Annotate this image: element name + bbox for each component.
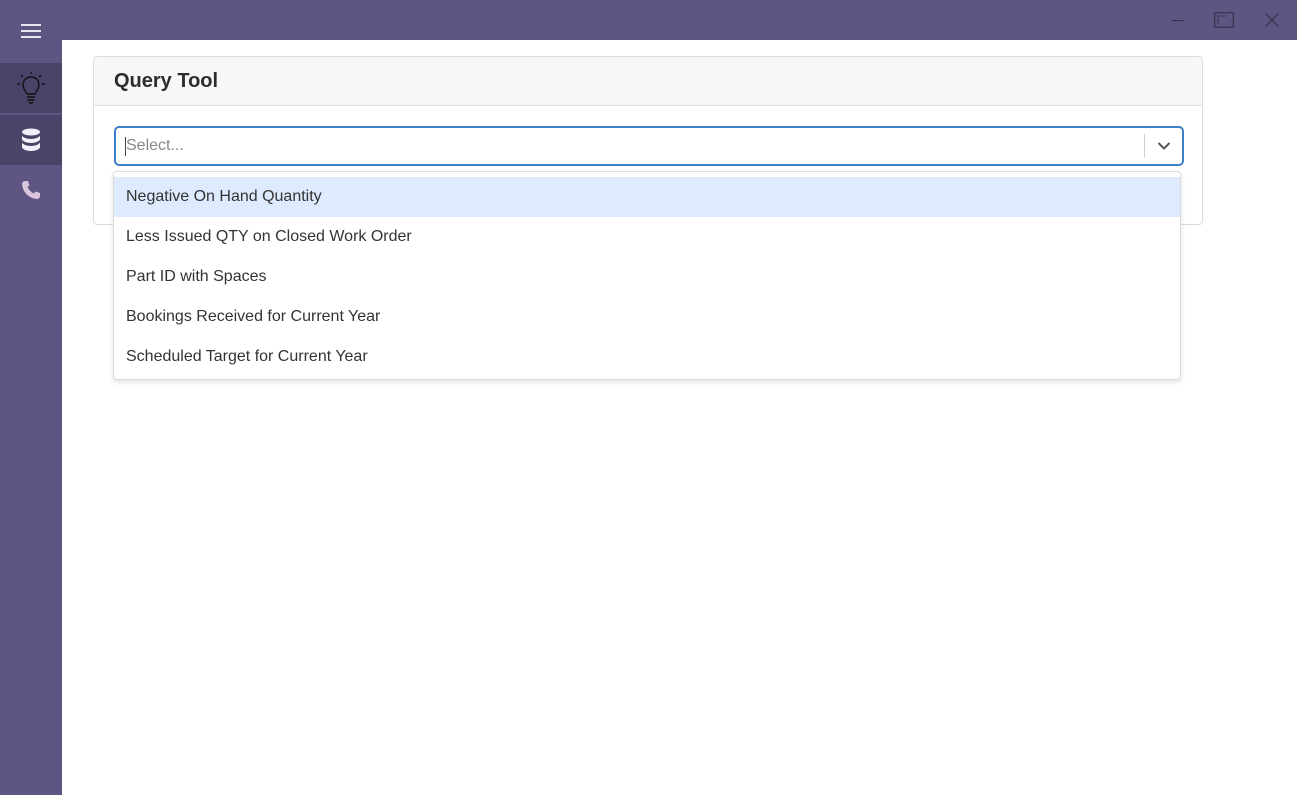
sidebar-item-contact[interactable] xyxy=(0,165,62,215)
maximize-icon xyxy=(1214,12,1234,28)
minimize-icon xyxy=(1172,20,1184,22)
lightbulb-icon xyxy=(17,72,45,104)
sidebar-item-query-tool[interactable] xyxy=(0,115,62,165)
dropdown-option[interactable]: Negative On Hand Quantity xyxy=(114,177,1180,217)
title-bar xyxy=(62,0,1297,40)
dropdown-menu: Negative On Hand Quantity Less Issued QT… xyxy=(113,171,1181,380)
sidebar-item-ideas[interactable] xyxy=(0,63,62,113)
minimize-button[interactable] xyxy=(1163,6,1193,34)
dropdown-option[interactable]: Part ID with Spaces xyxy=(114,257,1180,297)
database-icon xyxy=(22,128,40,151)
dropdown-option[interactable]: Less Issued QTY on Closed Work Order xyxy=(114,217,1180,257)
query-select-input[interactable] xyxy=(126,128,1126,164)
dropdown-option[interactable]: Scheduled Target for Current Year xyxy=(114,337,1180,377)
sidebar xyxy=(0,0,62,795)
maximize-button[interactable] xyxy=(1209,6,1239,34)
card-title: Query Tool xyxy=(94,57,1202,106)
dropdown-option[interactable]: Bookings Received for Current Year xyxy=(114,297,1180,337)
phone-icon xyxy=(22,181,40,199)
dropdown-toggle[interactable] xyxy=(1146,128,1182,164)
main-content: Query Tool xyxy=(62,40,1297,795)
close-button[interactable] xyxy=(1257,6,1287,34)
close-icon xyxy=(1265,13,1279,27)
query-select[interactable] xyxy=(114,126,1184,166)
hamburger-menu-button[interactable] xyxy=(0,0,62,62)
hamburger-icon xyxy=(21,24,41,38)
chevron-down-icon xyxy=(1157,142,1171,150)
select-separator xyxy=(1144,134,1145,158)
